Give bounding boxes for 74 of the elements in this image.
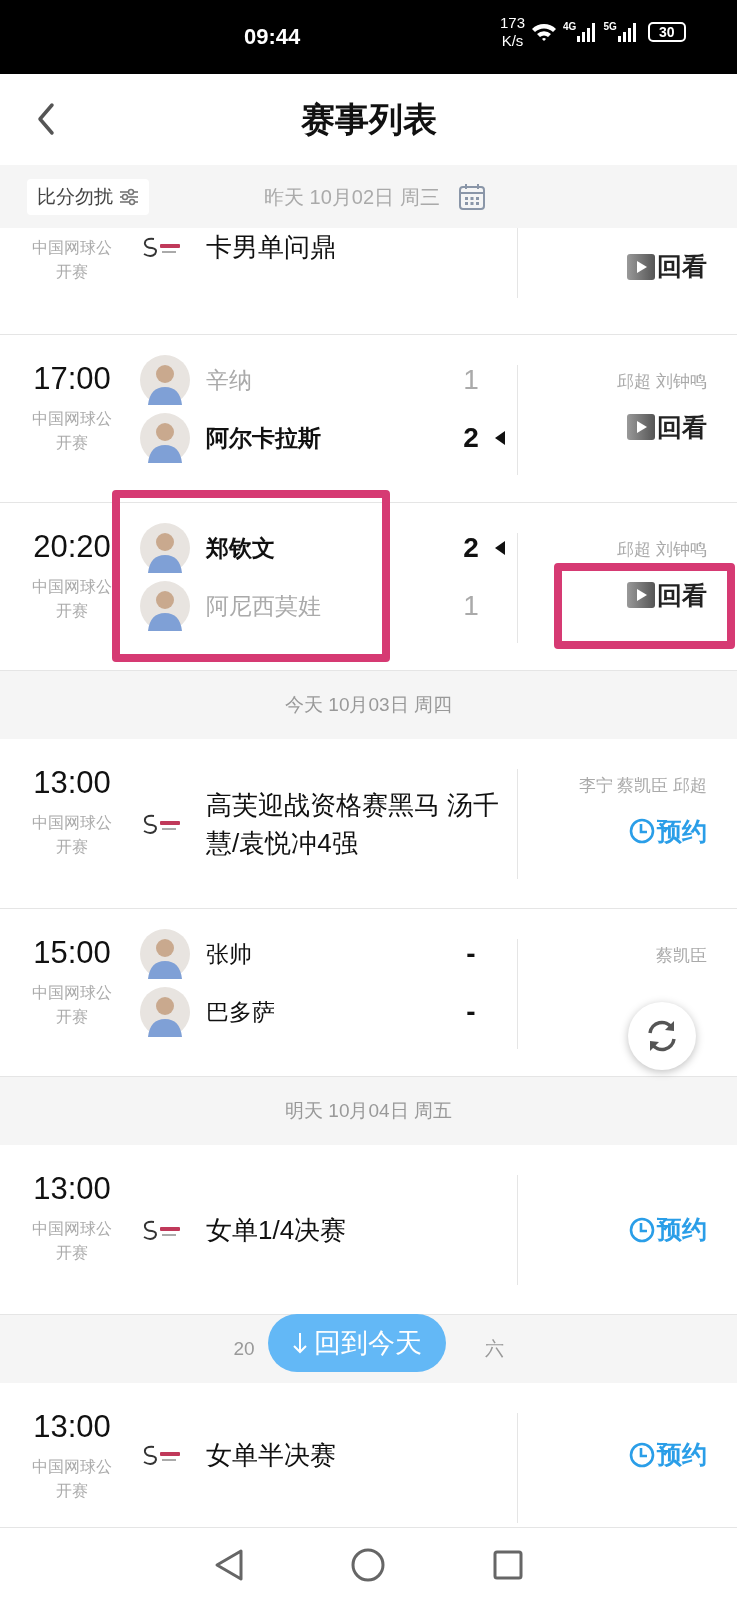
replay-button[interactable]: 回看	[627, 248, 707, 286]
score: -	[465, 937, 477, 971]
player-avatar-icon	[140, 523, 190, 573]
tournament-name: 中国网球公开赛	[32, 813, 112, 857]
play-icon	[627, 253, 655, 280]
wifi-icon	[531, 22, 558, 42]
day-label: 六	[484, 1336, 504, 1361]
score: 1	[462, 363, 480, 397]
tournament-name: 中国网球公开赛	[32, 409, 112, 453]
player-name: 张帅	[206, 939, 253, 969]
event-title: 卡男单问鼎	[206, 231, 337, 264]
match-time: 17:00	[33, 360, 111, 398]
commentators: 邱超 刘钟鸣	[617, 371, 707, 393]
score: 2	[462, 531, 480, 565]
commentators: 蔡凯臣	[656, 945, 707, 967]
player-name: 巴多萨	[206, 997, 276, 1027]
clock-icon	[629, 818, 655, 845]
date-label: 昨天 10月02日 周三	[264, 185, 440, 210]
event-title: 高芙迎战资格赛黑马 汤千慧/袁悦冲4强	[206, 788, 501, 860]
tournament-name: 中国网球公开赛	[32, 1219, 112, 1263]
player-avatar-icon	[140, 581, 190, 631]
network-label: 4G	[563, 22, 577, 32]
tournament-name: 中国网球公开赛	[32, 983, 112, 1027]
back-icon[interactable]	[36, 102, 56, 136]
tournament-name: 中国网球公开赛	[32, 238, 112, 282]
player-avatar-icon	[140, 413, 190, 463]
commentators: 邱超 刘钟鸣	[617, 539, 707, 561]
match-time: 13:00	[33, 764, 111, 802]
clock-icon	[629, 1216, 655, 1243]
replay-button[interactable]: 回看	[627, 576, 707, 614]
match-time: 15:00	[33, 934, 111, 972]
play-icon	[627, 582, 655, 609]
score: 1	[462, 589, 480, 623]
commentators: 李宁 蔡凯臣 邱超	[578, 775, 707, 797]
winner-arrow-icon	[494, 540, 506, 556]
signal-icon	[577, 22, 598, 42]
day-label: 20	[233, 1336, 255, 1361]
network-label: 5G	[603, 22, 617, 32]
page-title: 赛事列表	[300, 99, 437, 140]
signal-icon	[617, 22, 638, 42]
replay-button[interactable]: 回看	[627, 408, 707, 446]
match-time: 13:00	[33, 1170, 111, 1208]
match-time: 13:00	[33, 1408, 111, 1446]
battery-icon: 30	[647, 22, 686, 42]
player-name: 阿尼西莫娃	[206, 591, 322, 621]
speed-unit: K/s	[501, 32, 524, 50]
filter-button[interactable]: 比分勿扰	[27, 179, 149, 215]
player-avatar-icon	[140, 355, 190, 405]
winner-arrow-icon	[494, 430, 506, 446]
match-row[interactable]: 中国网球公开赛 卡男单问鼎 回看	[0, 228, 737, 335]
down-arrow-icon	[292, 1331, 308, 1355]
home-nav-icon[interactable]	[351, 1548, 386, 1582]
match-time: 20:20	[33, 528, 111, 566]
player-avatar-icon	[140, 929, 190, 979]
player-avatar-icon	[140, 987, 190, 1037]
filter-icon	[119, 188, 139, 206]
tournament-name: 中国网球公开赛	[32, 1457, 112, 1501]
event-title: 女单半决赛	[206, 1439, 337, 1472]
day-label: 明天 10月04日 周五	[285, 1098, 452, 1123]
clock-icon	[629, 1442, 655, 1468]
day-label: 今天 10月03日 周四	[285, 692, 452, 717]
player-name: 阿尔卡拉斯	[206, 423, 322, 453]
clock: 09:44	[244, 23, 301, 51]
speed-value: 173	[500, 14, 526, 32]
player-name: 辛纳	[206, 365, 253, 395]
player-name: 郑钦文	[206, 533, 276, 563]
tournament-name: 中国网球公开赛	[32, 577, 112, 621]
play-icon	[627, 414, 655, 441]
score: 2	[462, 421, 480, 455]
recents-nav-icon[interactable]	[493, 1550, 524, 1580]
calendar-icon[interactable]	[457, 183, 486, 211]
event-title: 女单1/4决赛	[206, 1213, 348, 1247]
back-nav-icon[interactable]	[213, 1548, 244, 1582]
score: -	[465, 995, 477, 1029]
